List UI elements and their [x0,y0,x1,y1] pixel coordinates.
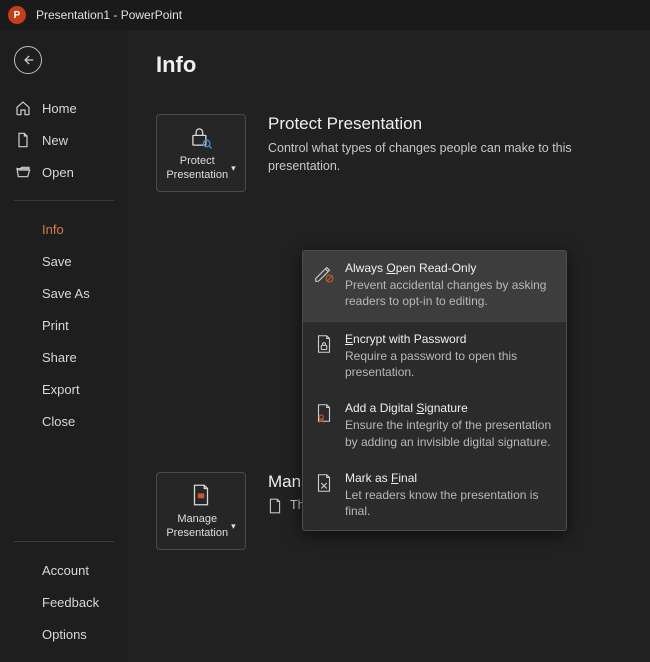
nav-save-as-label: Save As [42,286,90,301]
nav-new-label: New [42,133,68,148]
nav-print-label: Print [42,318,69,333]
menu-digital-signature[interactable]: Add a Digital Signature Ensure the integ… [303,391,566,461]
nav-export[interactable]: Export [0,373,128,405]
menu-mark-final[interactable]: Mark as Final Let readers know the prese… [303,461,566,531]
document-icon [14,131,32,149]
document-manage-icon [188,482,214,508]
nav-share[interactable]: Share [0,341,128,373]
info-panel: Info ProtectPresentation ▾ Pro [128,30,650,662]
manage-presentation-button[interactable]: ManagePresentation ▾ [156,472,246,550]
nav-close-label: Close [42,414,75,429]
protect-section: ProtectPresentation ▾ Protect Presentati… [156,114,622,192]
pencil-prohibit-icon [313,260,335,310]
chevron-down-icon: ▾ [231,521,236,532]
menu-readonly-title: Always Open Read-Only [345,260,556,276]
menu-final-title: Mark as Final [345,470,556,486]
nav-feedback-label: Feedback [42,595,99,610]
nav-new[interactable]: New [0,124,128,156]
title-bar: P Presentation1 - PowerPoint [0,0,650,30]
menu-sign-desc: Ensure the integrity of the presentation… [345,417,556,449]
nav-separator-bottom [14,541,114,542]
document-small-icon [268,498,282,514]
nav-save-as[interactable]: Save As [0,277,128,309]
menu-encrypt-desc: Require a password to open this presenta… [345,348,556,380]
nav-feedback[interactable]: Feedback [0,586,128,618]
protect-button-label: ProtectPresentation ▾ [166,155,235,181]
nav-secondary: Info Save Save As Print Share Export Clo… [0,213,128,437]
menu-encrypt-password[interactable]: Encrypt with Password Require a password… [303,322,566,392]
arrow-left-icon [21,53,35,67]
nav-save-label: Save [42,254,72,269]
nav-info[interactable]: Info [0,213,128,245]
nav-close[interactable]: Close [0,405,128,437]
menu-always-open-readonly[interactable]: Always Open Read-Only Prevent accidental… [303,251,566,321]
ribbon-document-icon [313,400,335,450]
protect-presentation-button[interactable]: ProtectPresentation ▾ [156,114,246,192]
nav-separator [14,200,114,201]
lock-search-icon [188,124,214,150]
nav-export-label: Export [42,382,80,397]
nav-footer: Account Feedback Options [0,554,128,650]
nav-options[interactable]: Options [0,618,128,650]
menu-sign-title: Add a Digital Signature [345,400,556,416]
nav-open-label: Open [42,165,74,180]
nav-open[interactable]: Open [0,156,128,188]
nav-info-label: Info [42,222,64,237]
menu-final-desc: Let readers know the presentation is fin… [345,487,556,519]
window-title: Presentation1 - PowerPoint [36,8,182,22]
back-button[interactable] [14,46,42,74]
nav-account[interactable]: Account [0,554,128,586]
page-title: Info [156,52,622,78]
nav-primary: Home New Open [0,92,128,188]
manage-button-label: ManagePresentation ▾ [166,513,235,539]
folder-open-icon [14,163,32,181]
powerpoint-app-icon: P [8,6,26,24]
protect-title: Protect Presentation [268,114,622,134]
home-icon [14,99,32,117]
nav-options-label: Options [42,627,87,642]
nav-share-label: Share [42,350,77,365]
nav-home[interactable]: Home [0,92,128,124]
nav-home-label: Home [42,101,77,116]
nav-print[interactable]: Print [0,309,128,341]
final-document-icon [313,470,335,520]
protect-description: Control what types of changes people can… [268,140,622,175]
backstage-sidebar: Home New Open Info Save Save As Print Sh… [0,30,128,662]
nav-account-label: Account [42,563,89,578]
chevron-down-icon: ▾ [231,163,236,174]
menu-readonly-desc: Prevent accidental changes by asking rea… [345,277,556,309]
lock-document-icon [313,331,335,381]
nav-save[interactable]: Save [0,245,128,277]
menu-encrypt-title: Encrypt with Password [345,331,556,347]
protect-presentation-menu: Always Open Read-Only Prevent accidental… [302,250,567,531]
